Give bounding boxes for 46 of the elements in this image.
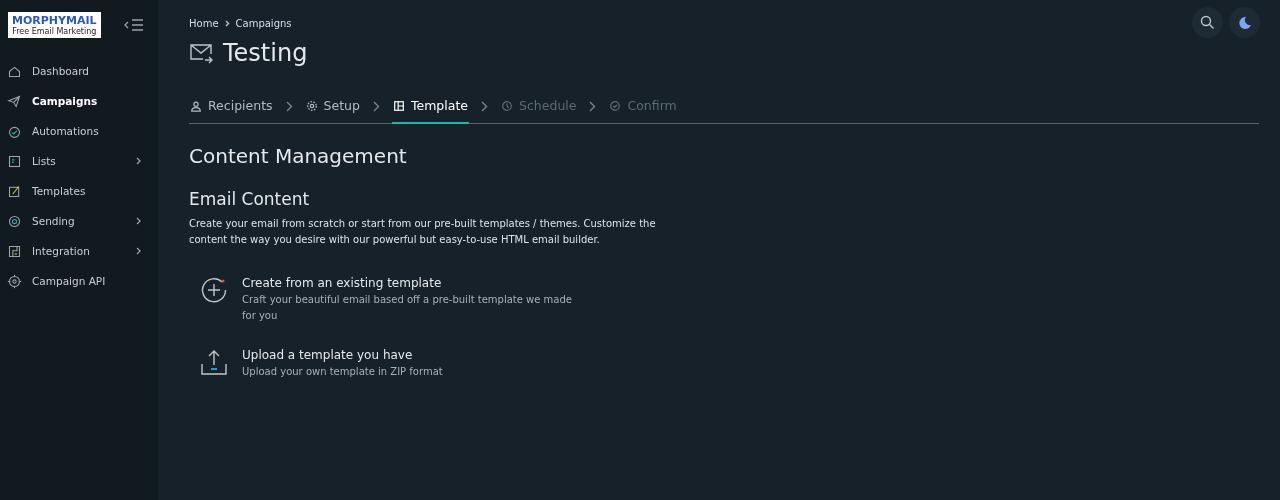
menu-collapse-icon[interactable] [124,18,144,32]
mail-icon [189,42,213,64]
upload-icon[interactable] [200,348,228,376]
breadcrumb-link[interactable]: Home [189,18,219,29]
chevron-icon [589,100,597,112]
edit-icon [7,183,22,199]
plus-circle-icon[interactable] [200,276,228,304]
step-tab[interactable]: Recipients [189,89,274,124]
theme-toggle-button[interactable] [1229,7,1260,38]
sidebar-item[interactable]: Templates [0,176,158,206]
chevron-icon [373,100,380,112]
list-icon [7,153,22,169]
logo-name: MORPHYMAIL [12,14,97,27]
search-button[interactable] [1192,7,1223,38]
sidebar-item[interactable]: Automations [0,116,158,146]
section-title: Content Management [189,144,408,168]
description: Create your email from scratch or start from our pre-built templates / themes. Customize the content the way you desire with our powerful but easy-to-use HTML email builder. [189,217,657,247]
chevron-icon [481,100,489,112]
moon-icon [1237,15,1252,30]
logo-tagline: Free Email Marketing [12,26,97,36]
option-description: Craft your beautiful email based off a pre-built template we made for you [242,293,573,323]
sidebar-item[interactable]: Campaigns [0,86,158,116]
home-icon [7,63,22,79]
breadcrumb-link[interactable]: Campaigns [235,18,292,29]
chevron-icon [136,157,142,165]
option-title[interactable]: Create from an existing template [242,276,587,290]
option-description: Upload your own template in ZIP format [242,365,443,379]
chevron-icon [224,20,230,27]
page-title: Testing [223,39,308,67]
sidebar-item[interactable]: Lists [0,146,158,176]
paper-plane-icon [7,93,22,109]
layout-icon [393,99,405,112]
option-title[interactable]: Upload a template you have [242,348,443,362]
step-tab[interactable]: Setup [304,89,361,124]
subsection-title: Email Content [189,189,311,209]
chevron-icon [136,247,142,255]
chevron-icon [285,100,293,112]
chevron-icon [136,217,142,225]
check-circle-icon [609,99,622,112]
sidebar-item[interactable]: Dashboard [0,56,158,86]
sidebar-item[interactable]: Integration [0,236,158,266]
sidebar-item[interactable]: Campaign API [0,266,158,296]
person-icon [190,99,202,112]
sidebar-item[interactable]: Sending [0,206,158,236]
search-icon [1200,15,1215,30]
step-tab[interactable]: Template [392,89,470,124]
